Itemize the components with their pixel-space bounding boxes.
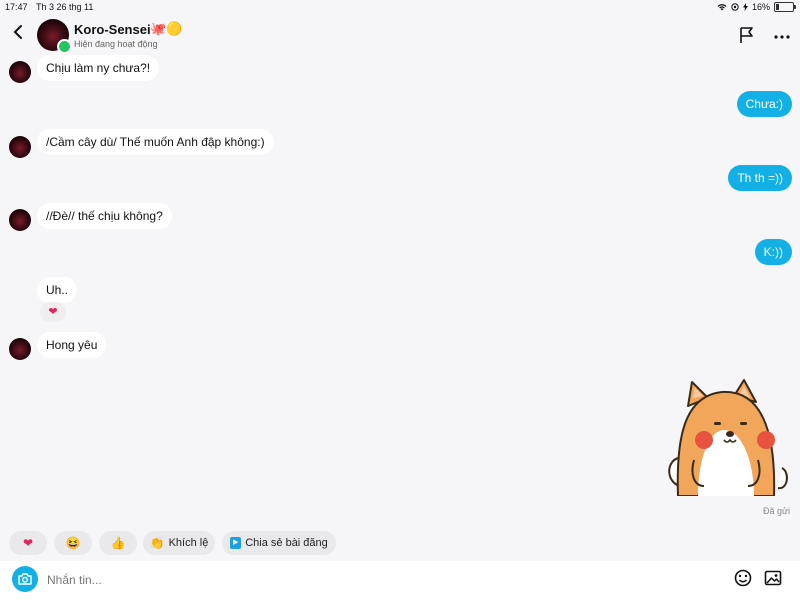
- sticker-icon: [734, 569, 752, 587]
- contact-status: Hiện đang hoạt động: [74, 39, 158, 49]
- battery-icon: [774, 2, 796, 12]
- message-outgoing[interactable]: Th th =)): [728, 165, 792, 191]
- status-time: 17:47: [5, 2, 28, 12]
- wifi-icon: [717, 4, 727, 11]
- message-composer: [0, 561, 800, 600]
- message-outgoing[interactable]: Chưa:): [736, 91, 792, 117]
- message-input[interactable]: [45, 567, 709, 593]
- share-post-icon: ▶: [230, 537, 242, 549]
- message-incoming[interactable]: Uh..: [37, 277, 78, 303]
- chat-header: Koro-Sensei 🐙🟡 Hiện đang hoạt động: [0, 14, 800, 58]
- flag-icon: [740, 27, 753, 43]
- charging-icon: [742, 3, 748, 11]
- more-icon: [774, 35, 790, 39]
- gallery-button[interactable]: [764, 569, 782, 587]
- status-bar: 17:47 Th 3 26 thg 11 16%: [0, 0, 800, 14]
- message-avatar[interactable]: [9, 136, 31, 158]
- report-button[interactable]: [738, 26, 756, 44]
- message-incoming[interactable]: Chịu làm ny chưa?!: [37, 55, 160, 81]
- message-avatar[interactable]: [9, 61, 31, 83]
- status-date: Th 3 26 thg 11: [36, 2, 94, 12]
- sticker-button[interactable]: [734, 569, 752, 587]
- battery-percent: 16%: [751, 2, 770, 12]
- more-options-button[interactable]: [774, 24, 790, 42]
- camera-icon: [18, 573, 32, 585]
- shiba-sticker-image: [668, 379, 788, 497]
- image-icon: [764, 570, 782, 586]
- name-emoji: 🐙🟡: [150, 21, 183, 36]
- online-indicator: [57, 39, 72, 54]
- message-incoming[interactable]: /Cầm cây dù/ Thế muốn Anh đập không:): [37, 129, 274, 155]
- clap-icon: 👏: [149, 536, 165, 550]
- thumbs-up-icon: 👍: [110, 536, 126, 550]
- message-avatar[interactable]: [9, 338, 31, 360]
- heart-icon: ❤: [22, 536, 34, 550]
- quick-reply-label: Khích lệ: [168, 537, 209, 549]
- shiba-sticker[interactable]: [664, 378, 792, 497]
- laugh-icon: 😆: [65, 536, 81, 550]
- quick-reply-encourage[interactable]: 👏 Khích lệ: [143, 531, 215, 555]
- quick-reply-share-post[interactable]: ▶ Chia sẻ bài đăng: [222, 531, 336, 555]
- quick-reply-laugh[interactable]: 😆: [54, 531, 92, 555]
- heart-reaction[interactable]: ❤: [40, 302, 66, 322]
- back-button[interactable]: [8, 24, 28, 46]
- quick-reply-heart[interactable]: ❤: [9, 531, 47, 555]
- quick-reply-label: Chia sẻ bài đăng: [245, 537, 328, 549]
- chevron-left-icon: [13, 25, 22, 39]
- message-avatar[interactable]: [9, 209, 31, 231]
- location-icon: [731, 3, 739, 11]
- quick-replies: ❤ 😆 👍 👏 Khích lệ ▶ Chia sẻ bài đăng: [0, 531, 800, 557]
- message-incoming[interactable]: Hong yêu: [37, 332, 107, 358]
- sent-status: Đã gửi: [762, 506, 790, 516]
- status-indicators: 16%: [717, 2, 796, 12]
- quick-reply-thumbs-up[interactable]: 👍: [99, 531, 137, 555]
- message-incoming[interactable]: //Đè// thế chịu không?: [37, 203, 172, 229]
- camera-button[interactable]: [12, 566, 38, 592]
- contact-name[interactable]: Koro-Sensei: [74, 22, 151, 37]
- message-outgoing[interactable]: K:)): [754, 239, 792, 265]
